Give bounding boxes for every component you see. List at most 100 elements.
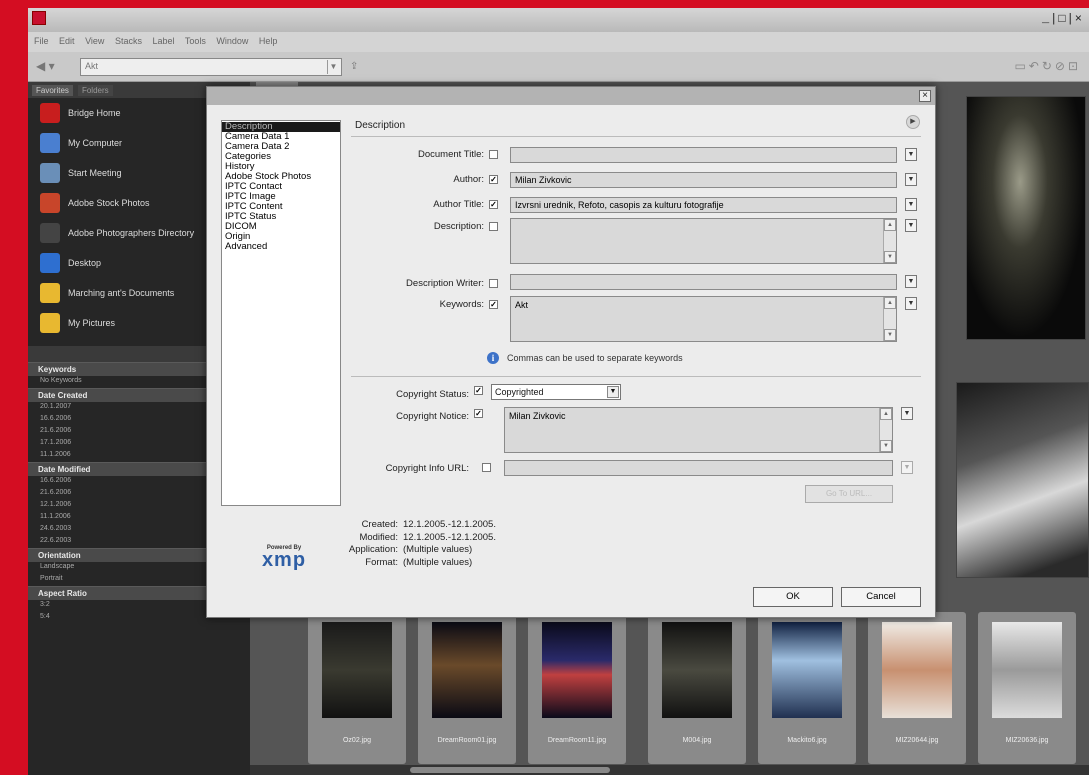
copyright-status-select[interactable]: Copyrighted ▼ xyxy=(491,384,621,400)
description-label: Description: xyxy=(433,221,484,232)
keywords-dropdown[interactable]: ▼ xyxy=(905,297,917,310)
thumbnail-label: MIZ20636.jpg xyxy=(1005,737,1049,744)
author-title-field[interactable]: Izvrsni urednik, Refoto, casopis za kult… xyxy=(510,197,897,213)
scroll-up-icon[interactable]: ▲ xyxy=(880,408,892,420)
tab-folders[interactable]: Folders xyxy=(77,85,113,96)
document-title-field[interactable] xyxy=(510,147,897,163)
menu-stacks[interactable]: Stacks xyxy=(115,36,142,46)
keywords-text: Akt xyxy=(515,300,529,310)
scroll-up-icon[interactable]: ▲ xyxy=(884,297,896,309)
menu-help[interactable]: Help xyxy=(259,36,278,46)
document-title-checkbox[interactable] xyxy=(489,150,498,159)
pictures-folder-icon xyxy=(40,313,60,333)
keywords-textarea[interactable]: Akt ▲ ▼ xyxy=(510,296,897,342)
thumbnail-image[interactable] xyxy=(432,622,502,718)
back-forward-icon[interactable]: ◀ ▾ xyxy=(36,59,55,73)
scroll-down-icon[interactable]: ▼ xyxy=(880,440,892,452)
thumbnail-image[interactable] xyxy=(662,622,732,718)
copyright-url-checkbox[interactable] xyxy=(482,463,491,472)
description-writer-dropdown[interactable]: ▼ xyxy=(905,275,917,288)
menu-edit[interactable]: Edit xyxy=(59,36,75,46)
description-textarea[interactable]: ▲ ▼ xyxy=(510,218,897,264)
scroll-up-icon[interactable]: ▲ xyxy=(884,219,896,231)
copyright-notice-label: Copyright Notice: xyxy=(396,411,469,422)
category-item[interactable]: Advanced xyxy=(222,242,340,252)
menu-view[interactable]: View xyxy=(85,36,104,46)
tab-favorites[interactable]: Favorites xyxy=(32,85,73,96)
info-icon: i xyxy=(487,352,499,364)
section-title: Description xyxy=(355,120,406,131)
author-field[interactable]: Milan Zivkovic xyxy=(510,172,897,188)
scroll-down-icon[interactable]: ▼ xyxy=(884,251,896,263)
path-dropdown[interactable]: Akt ▼ xyxy=(80,58,342,76)
window-controls[interactable]: _|□|× xyxy=(1042,12,1083,26)
thumbnail-image[interactable] xyxy=(772,622,842,718)
author-dropdown[interactable]: ▼ xyxy=(905,173,917,186)
go-to-url-button[interactable]: Go To URL... xyxy=(805,485,893,503)
close-icon[interactable]: × xyxy=(919,90,931,102)
thumbnail-card[interactable]: DreamRoom11.jpg xyxy=(528,612,626,764)
thumbnail-card[interactable]: Oz02.jpg xyxy=(308,612,406,764)
filter-label: 24.6.2003 xyxy=(40,525,72,532)
chevron-down-icon[interactable]: ▼ xyxy=(607,386,619,398)
preview-photo-bottom[interactable] xyxy=(956,382,1089,578)
preview-photo-top[interactable] xyxy=(966,96,1086,340)
file-metadata: Created: 12.1.2005.-12.1.2005. Modified: 12… xyxy=(307,519,496,569)
filter-label: 11.1.2006 xyxy=(40,513,71,520)
menu-tools[interactable]: Tools xyxy=(185,36,206,46)
metadata-label: Modified: xyxy=(359,531,398,543)
author-checkbox[interactable]: ✓ xyxy=(489,175,498,184)
category-list[interactable]: Description Camera Data 1 Camera Data 2 Cat… xyxy=(221,120,341,506)
thumbnail-image[interactable] xyxy=(322,622,392,718)
copyright-status-checkbox[interactable]: ✓ xyxy=(474,386,483,395)
keywords-label: Keywords: xyxy=(439,299,484,310)
copyright-url-dropdown[interactable]: ▼ xyxy=(901,461,913,474)
horizontal-scrollbar[interactable] xyxy=(250,765,1089,775)
thumbnail-card[interactable]: DreamRoom01.jpg xyxy=(418,612,516,764)
author-title-dropdown[interactable]: ▼ xyxy=(905,198,917,211)
scroll-down-icon[interactable]: ▼ xyxy=(884,329,896,341)
go-up-icon[interactable]: ⇪ xyxy=(350,61,358,72)
metadata-value: (Multiple values) xyxy=(403,544,473,555)
toolbar-icons[interactable]: ▭↶↻⊘⊡ xyxy=(1014,59,1081,73)
menu-bar: File Edit View Stacks Label Tools Window… xyxy=(28,32,1089,52)
description-scrollbar[interactable]: ▲ ▼ xyxy=(883,219,896,263)
thumbnail-card[interactable]: M004.jpg xyxy=(648,612,746,764)
section-menu-icon[interactable]: ▶ xyxy=(906,115,920,129)
cancel-button[interactable]: Cancel xyxy=(841,587,921,607)
description-writer-checkbox[interactable] xyxy=(489,279,498,288)
description-dropdown[interactable]: ▼ xyxy=(905,219,917,232)
document-title-dropdown[interactable]: ▼ xyxy=(905,148,917,161)
metadata-row: Created: 12.1.2005.-12.1.2005. xyxy=(307,519,496,532)
description-writer-field[interactable] xyxy=(510,274,897,290)
thumbnail-image[interactable] xyxy=(992,622,1062,718)
keywords-scrollbar[interactable]: ▲ ▼ xyxy=(883,297,896,341)
filter-label: 16.6.2006 xyxy=(40,477,72,484)
copyright-notice-scrollbar[interactable]: ▲ ▼ xyxy=(879,408,892,452)
thumbnail-card[interactable]: MIZ20636.jpg xyxy=(978,612,1076,764)
thumbnail-card[interactable]: Mackito6.jpg xyxy=(758,612,856,764)
keywords-checkbox[interactable]: ✓ xyxy=(489,300,498,309)
menu-window[interactable]: Window xyxy=(216,36,248,46)
menu-file[interactable]: File xyxy=(34,36,49,46)
metadata-row: Format: (Multiple values) xyxy=(307,557,496,570)
ok-button[interactable]: OK xyxy=(753,587,833,607)
metadata-label: Created: xyxy=(361,519,398,530)
copyright-notice-textarea[interactable]: Milan Zivkovic ▲ ▼ xyxy=(504,407,893,453)
favorite-label: Bridge Home xyxy=(68,108,121,118)
path-value: Akt xyxy=(85,61,99,71)
scrollbar-thumb[interactable] xyxy=(410,767,610,773)
thumbnail-card[interactable]: MIZ20644.jpg xyxy=(868,612,966,764)
thumbnail-image[interactable] xyxy=(542,622,612,718)
copyright-notice-text: Milan Zivkovic xyxy=(509,411,566,421)
copyright-url-field[interactable] xyxy=(504,460,893,476)
author-title-checkbox[interactable]: ✓ xyxy=(489,200,498,209)
thumbnail-image[interactable] xyxy=(882,622,952,718)
description-checkbox[interactable] xyxy=(489,222,498,231)
copyright-notice-checkbox[interactable]: ✓ xyxy=(474,409,483,418)
menu-label[interactable]: Label xyxy=(152,36,174,46)
thumbnail-label: DreamRoom11.jpg xyxy=(547,737,607,744)
filter-label: 17.1.2006 xyxy=(40,439,72,446)
copyright-notice-dropdown[interactable]: ▼ xyxy=(901,407,913,420)
chevron-down-icon[interactable]: ▼ xyxy=(327,60,339,74)
